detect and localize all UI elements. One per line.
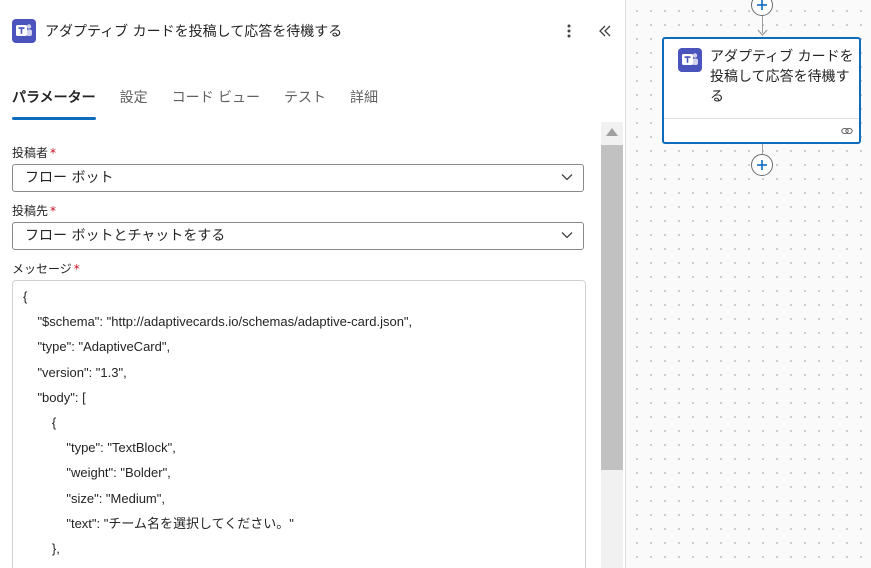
add-step-button-bottom[interactable] [751, 154, 773, 176]
node-divider [664, 118, 859, 119]
chevron-down-icon [561, 232, 573, 239]
post-in-value: フロー ボットとチャットをする [25, 228, 226, 244]
code-line: "size": "Medium", [23, 490, 165, 506]
more-options-button[interactable] [558, 20, 580, 42]
poster-label-text: 投稿者 [12, 146, 49, 160]
code-line: { [23, 289, 28, 304]
tab-list: パラメーター 設定 コード ビュー テスト 詳細 [12, 86, 402, 122]
code-line: "weight": "Bolder", [23, 465, 171, 481]
code-line: "$schema": "http://adaptivecards.io/sche… [23, 314, 413, 330]
post-in-label: 投稿先 * [12, 200, 586, 222]
tab-settings[interactable]: 設定 [120, 86, 148, 120]
poster-value: フロー ボット [25, 170, 114, 186]
poster-label: 投稿者 * [12, 142, 586, 164]
code-line: "type": "TextBlock", [23, 440, 176, 456]
plus-icon [757, 0, 767, 10]
more-vertical-icon [567, 24, 571, 38]
connector-line [762, 144, 763, 154]
panel-header: アダプティブ カードを投稿して応答を待機する [0, 0, 625, 62]
scroll-up-arrow-icon[interactable] [605, 127, 619, 137]
code-line: "version": "1.3", [23, 364, 127, 380]
code-line: "text": "チーム名を選択してください。" [23, 515, 294, 531]
message-label-text: メッセージ [12, 262, 72, 276]
message-content: { "$schema": "http://adaptivecards.io/sc… [23, 284, 412, 561]
plus-icon [757, 160, 767, 170]
code-line: "type": "AdaptiveCard", [23, 339, 171, 355]
code-line: "body": [ [23, 389, 86, 405]
node-title: アダプティブ カードを投稿して応答を待機する [710, 49, 854, 105]
teams-icon [678, 48, 702, 72]
message-label: メッセージ * [12, 258, 586, 280]
connector-arrow-icon [757, 29, 768, 36]
required-marker: * [50, 146, 57, 160]
action-details-panel: アダプティブ カードを投稿して応答を待機する パラメーター 設定 コード ビュー… [0, 0, 626, 568]
link-icon[interactable] [841, 126, 853, 136]
code-line: { [23, 414, 57, 430]
required-marker: * [73, 262, 80, 276]
double-chevron-left-icon [599, 25, 611, 37]
post-in-dropdown[interactable]: フロー ボットとチャットをする [12, 222, 584, 250]
collapse-panel-button[interactable] [594, 20, 616, 42]
code-line: }, [23, 540, 60, 556]
required-marker: * [50, 204, 57, 218]
tab-code-view[interactable]: コード ビュー [172, 86, 260, 120]
teams-icon [12, 19, 36, 43]
poster-dropdown[interactable]: フロー ボット [12, 164, 584, 192]
tab-testing[interactable]: テスト [284, 86, 326, 120]
scrollbar-thumb[interactable] [601, 145, 623, 470]
tab-parameters[interactable]: パラメーター [12, 86, 96, 120]
action-node[interactable]: アダプティブ カードを投稿して応答を待機する [662, 37, 861, 144]
chevron-down-icon [561, 174, 573, 181]
parameters-form: 投稿者 * フロー ボット 投稿先 * フロー ボットとチャットをする メッセージ *… [12, 142, 586, 568]
tab-details[interactable]: 詳細 [350, 86, 378, 120]
message-textarea[interactable]: { "$schema": "http://adaptivecards.io/sc… [12, 280, 586, 568]
panel-title: アダプティブ カードを投稿して応答を待機する [45, 24, 343, 40]
post-in-label-text: 投稿先 [12, 204, 49, 218]
